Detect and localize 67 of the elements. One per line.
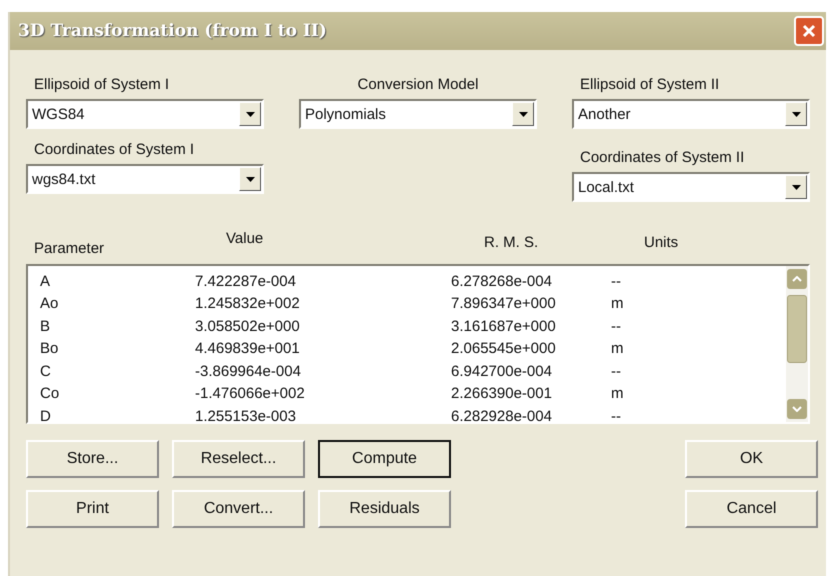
- dropdown[interactable]: Local.txt: [572, 172, 810, 202]
- column-header: R. M. S.: [484, 234, 538, 251]
- table-cell-text: 2.065545e+000: [451, 341, 557, 356]
- table-cell-text: m: [611, 341, 624, 356]
- push-button[interactable]: OK: [685, 440, 818, 478]
- close-icon: [801, 23, 817, 39]
- push-button[interactable]: Store...: [26, 440, 159, 478]
- table-cell-text: 6.282928e-004: [451, 408, 553, 422]
- dropdown[interactable]: WGS84: [26, 99, 264, 129]
- close-button[interactable]: [794, 16, 824, 46]
- dropdown-arrow-button[interactable]: [785, 175, 807, 199]
- table-cell-text: C: [39, 364, 52, 379]
- table-cell-text: B: [39, 318, 52, 334]
- scrollbar[interactable]: [786, 266, 808, 422]
- caret-icon: [792, 112, 800, 116]
- dropdown-arrow-button[interactable]: [512, 102, 534, 126]
- combo-label: Conversion Model: [356, 76, 480, 93]
- table-cell-text: 1.245832e+002: [195, 296, 301, 312]
- push-button[interactable]: Residuals: [318, 490, 451, 528]
- table-cell-text: m: [611, 296, 624, 312]
- scroll-thumb[interactable]: [787, 295, 807, 363]
- dropdown[interactable]: Another: [572, 99, 810, 129]
- table-cell-text: --: [611, 408, 622, 422]
- dropdown-arrow-button[interactable]: [239, 102, 261, 126]
- table-cell-text: 7.896347e+000: [451, 296, 557, 312]
- combo-label: Ellipsoid of System I: [33, 76, 170, 93]
- push-button[interactable]: Convert...: [172, 490, 305, 528]
- push-button[interactable]: Print: [26, 490, 159, 528]
- column-header: Units: [644, 234, 678, 251]
- table-cell-text: Ao: [39, 296, 60, 312]
- combo-label: Ellipsoid of System II: [579, 76, 720, 93]
- table-cell-text: -3.869964e-004: [195, 364, 302, 379]
- up-chevron-icon: [792, 276, 802, 282]
- table-cell-text: Co: [39, 386, 60, 402]
- dropdown-arrow-button[interactable]: [239, 167, 261, 191]
- dropdown[interactable]: wgs84.txt: [26, 164, 264, 194]
- table-cell-text: Bo: [39, 341, 60, 356]
- table-cell-text: D: [39, 408, 52, 422]
- caret-icon: [518, 112, 528, 116]
- down-chevron-icon: [792, 406, 802, 412]
- table-cell-text: --: [611, 274, 622, 289]
- window-title: 3D Transformation (from I to II): [18, 21, 327, 41]
- table-cell-text: 2.266390e-001: [451, 386, 553, 402]
- caret-icon: [246, 176, 254, 182]
- push-button[interactable]: Reselect...: [172, 440, 305, 478]
- table-cell-text: -1.476066e+002: [195, 386, 306, 402]
- table-cell-text: 6.278268e-004: [451, 274, 553, 289]
- table-cell-text: --: [611, 364, 622, 379]
- dropdown[interactable]: Polynomials: [299, 99, 537, 129]
- table-cell-text: 3.161687e+000: [451, 318, 557, 334]
- push-button[interactable]: Cancel: [685, 490, 818, 528]
- table-cell-text: --: [611, 318, 622, 334]
- table-cell-text: m: [611, 386, 624, 402]
- table-cell-text: A: [39, 274, 52, 289]
- table-cell-text: 7.422287e-004: [195, 274, 297, 289]
- caret-icon: [246, 112, 254, 116]
- column-header: Parameter: [34, 240, 104, 257]
- push-button[interactable]: Compute: [318, 440, 451, 478]
- caret-icon: [792, 184, 800, 190]
- table-cell-text: 1.255153e-003: [195, 408, 297, 422]
- dropdown-arrow-button[interactable]: [785, 102, 807, 126]
- table-cell-text: 6.942700e-004: [451, 364, 553, 379]
- table-cell-text: 4.469839e+001: [195, 341, 301, 356]
- table-cell-text: 3.058502e+000: [195, 318, 301, 334]
- combo-label: Coordinates of System I: [33, 141, 196, 158]
- combo-label: Coordinates of System II: [579, 149, 746, 166]
- column-header: Value: [226, 230, 264, 247]
